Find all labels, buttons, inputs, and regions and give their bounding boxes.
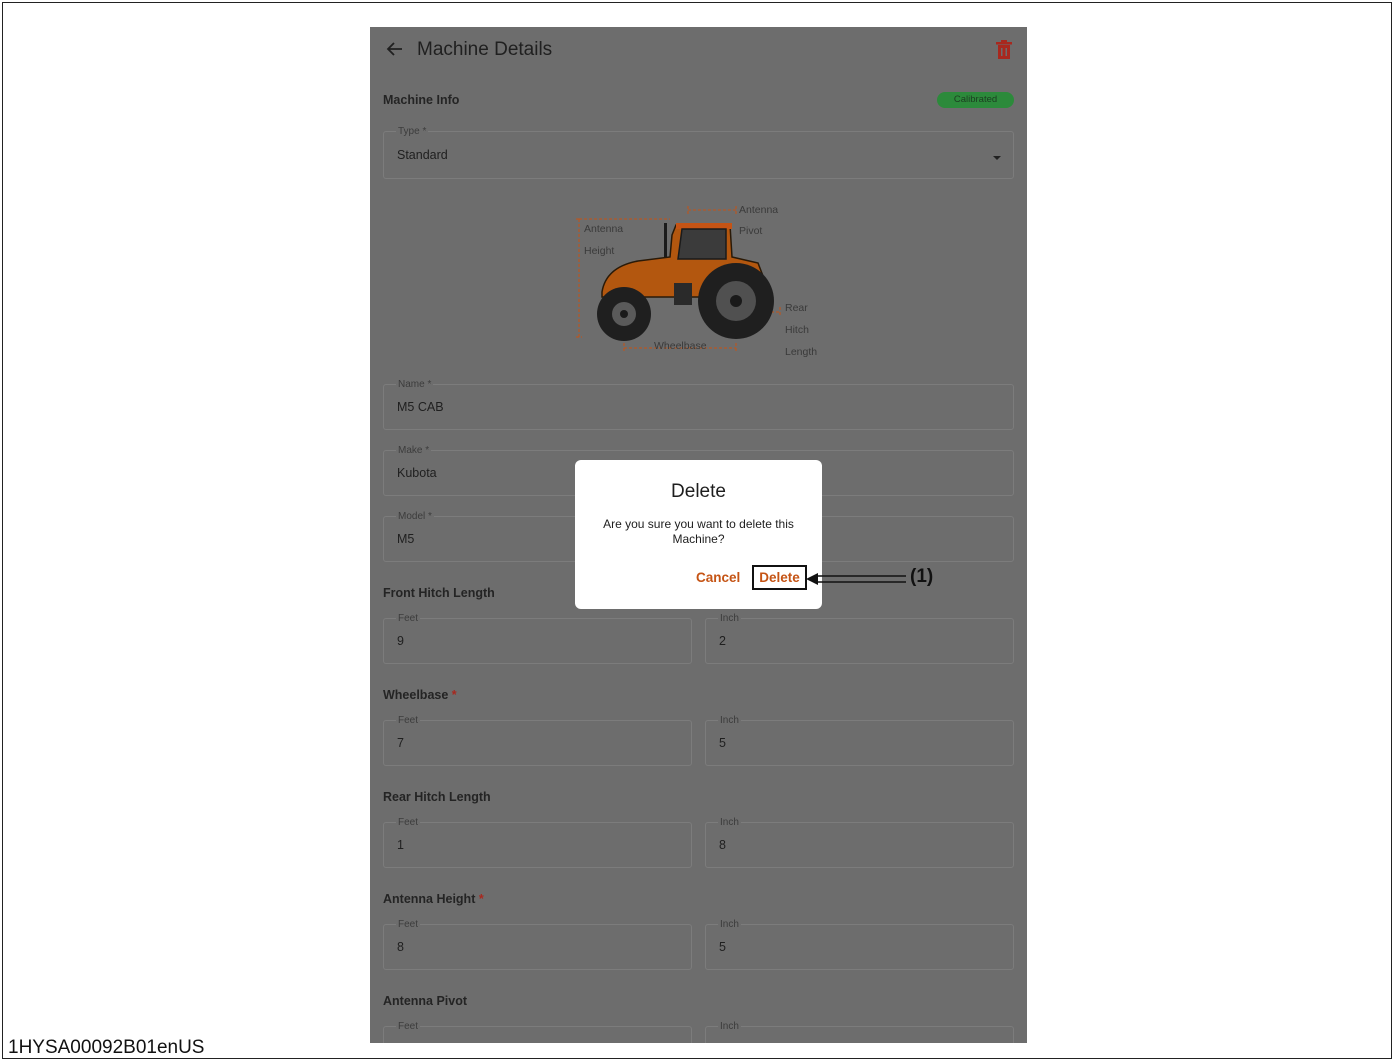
inch-value: 5 xyxy=(719,940,726,954)
type-select[interactable]: Type * Standard xyxy=(383,126,1014,179)
inch-value: 8 xyxy=(719,838,726,852)
antenna-pivot-feet-field[interactable]: Feet xyxy=(383,1021,692,1043)
antenna-pivot-label-2: Pivot xyxy=(739,225,762,237)
front-hitch-inch-field[interactable]: Inch 2 xyxy=(705,613,1014,664)
inch-value: 5 xyxy=(719,736,726,750)
inch-label: Inch xyxy=(718,1021,741,1033)
cancel-button[interactable]: Cancel xyxy=(696,570,740,585)
back-arrow-icon[interactable] xyxy=(384,38,406,60)
wheelbase-inch-field[interactable]: Inch 5 xyxy=(705,715,1014,766)
make-label: Make * xyxy=(396,445,432,457)
feet-label: Feet xyxy=(396,919,421,931)
dialog-title: Delete xyxy=(671,481,726,502)
inch-label: Inch xyxy=(718,613,741,625)
make-value: Kubota xyxy=(397,466,437,480)
inch-value: 2 xyxy=(719,634,726,648)
name-field[interactable]: Name * M5 CAB xyxy=(383,379,1014,430)
wheelbase-heading: Wheelbase * xyxy=(383,688,457,702)
wheelbase-diagram-label: Wheelbase xyxy=(654,340,707,352)
dropdown-arrow-icon xyxy=(993,156,1001,160)
tablet-screen: Machine Details Machine Info Calibrated … xyxy=(370,27,1027,1043)
front-hitch-title: Front Hitch Length xyxy=(383,586,495,600)
rear-hitch-title: Rear Hitch Length xyxy=(383,790,491,804)
document-code: 1HYSA00092B01enUS xyxy=(8,1037,205,1058)
antenna-height-title: Antenna Height xyxy=(383,892,476,906)
antenna-pivot-inch-field[interactable]: Inch xyxy=(705,1021,1014,1043)
feet-label: Feet xyxy=(396,715,421,727)
required-marker: * xyxy=(478,892,484,906)
wheelbase-title: Wheelbase xyxy=(383,688,449,702)
feet-label: Feet xyxy=(396,817,421,829)
rear-hitch-label-2: Hitch xyxy=(785,324,809,336)
model-value: M5 xyxy=(397,532,415,546)
feet-value: 8 xyxy=(397,940,404,954)
antenna-height-feet-field[interactable]: Feet 8 xyxy=(383,919,692,970)
front-hitch-heading: Front Hitch Length xyxy=(383,586,495,600)
machine-info-heading: Machine Info xyxy=(383,93,460,107)
tractor-icon xyxy=(597,223,774,341)
feet-value: 9 xyxy=(397,634,404,648)
name-label: Name * xyxy=(396,379,434,391)
delete-dialog: Delete Are you sure you want to delete t… xyxy=(575,460,822,609)
rear-hitch-label-3: Length xyxy=(785,346,817,358)
rear-hitch-label-1: Rear xyxy=(785,302,808,314)
antenna-pivot-label-1: Antenna xyxy=(739,204,778,216)
inch-label: Inch xyxy=(718,817,741,829)
antenna-pivot-title: Antenna Pivot xyxy=(383,994,468,1008)
rear-hitch-heading: Rear Hitch Length xyxy=(383,790,491,804)
rear-hitch-inch-field[interactable]: Inch 8 xyxy=(705,817,1014,868)
callout-arrow xyxy=(806,573,906,585)
name-value: M5 CAB xyxy=(397,400,444,414)
inch-label: Inch xyxy=(718,919,741,931)
page-title: Machine Details xyxy=(417,39,553,60)
feet-value: 1 xyxy=(397,838,404,852)
callout-label: (1) xyxy=(910,566,934,587)
feet-value: 7 xyxy=(397,736,404,750)
antenna-pivot-heading: Antenna Pivot xyxy=(383,994,467,1008)
type-label: Type * xyxy=(396,126,429,138)
model-label: Model * xyxy=(396,511,434,523)
wheelbase-feet-field[interactable]: Feet 7 xyxy=(383,715,692,766)
rear-hitch-feet-field[interactable]: Feet 1 xyxy=(383,817,692,868)
delete-button[interactable]: Delete xyxy=(752,565,807,590)
tractor-diagram: Antenna Height Antenna Pivot Rear Hitch … xyxy=(576,204,817,358)
type-value: Standard xyxy=(397,148,448,162)
status-badge: Calibrated xyxy=(937,92,1014,108)
antenna-height-label-2: Height xyxy=(584,245,614,257)
required-marker: * xyxy=(451,688,457,702)
trash-icon[interactable] xyxy=(995,40,1013,60)
front-hitch-feet-field[interactable]: Feet 9 xyxy=(383,613,692,664)
antenna-height-inch-field[interactable]: Inch 5 xyxy=(705,919,1014,970)
app-bar: Machine Details xyxy=(370,27,1027,75)
antenna-height-label-1: Antenna xyxy=(584,223,623,235)
inch-label: Inch xyxy=(718,715,741,727)
antenna-height-heading: Antenna Height * xyxy=(383,892,484,906)
feet-label: Feet xyxy=(396,1021,421,1033)
dialog-message: Are you sure you want to delete this Mac… xyxy=(603,517,794,546)
feet-label: Feet xyxy=(396,613,421,625)
